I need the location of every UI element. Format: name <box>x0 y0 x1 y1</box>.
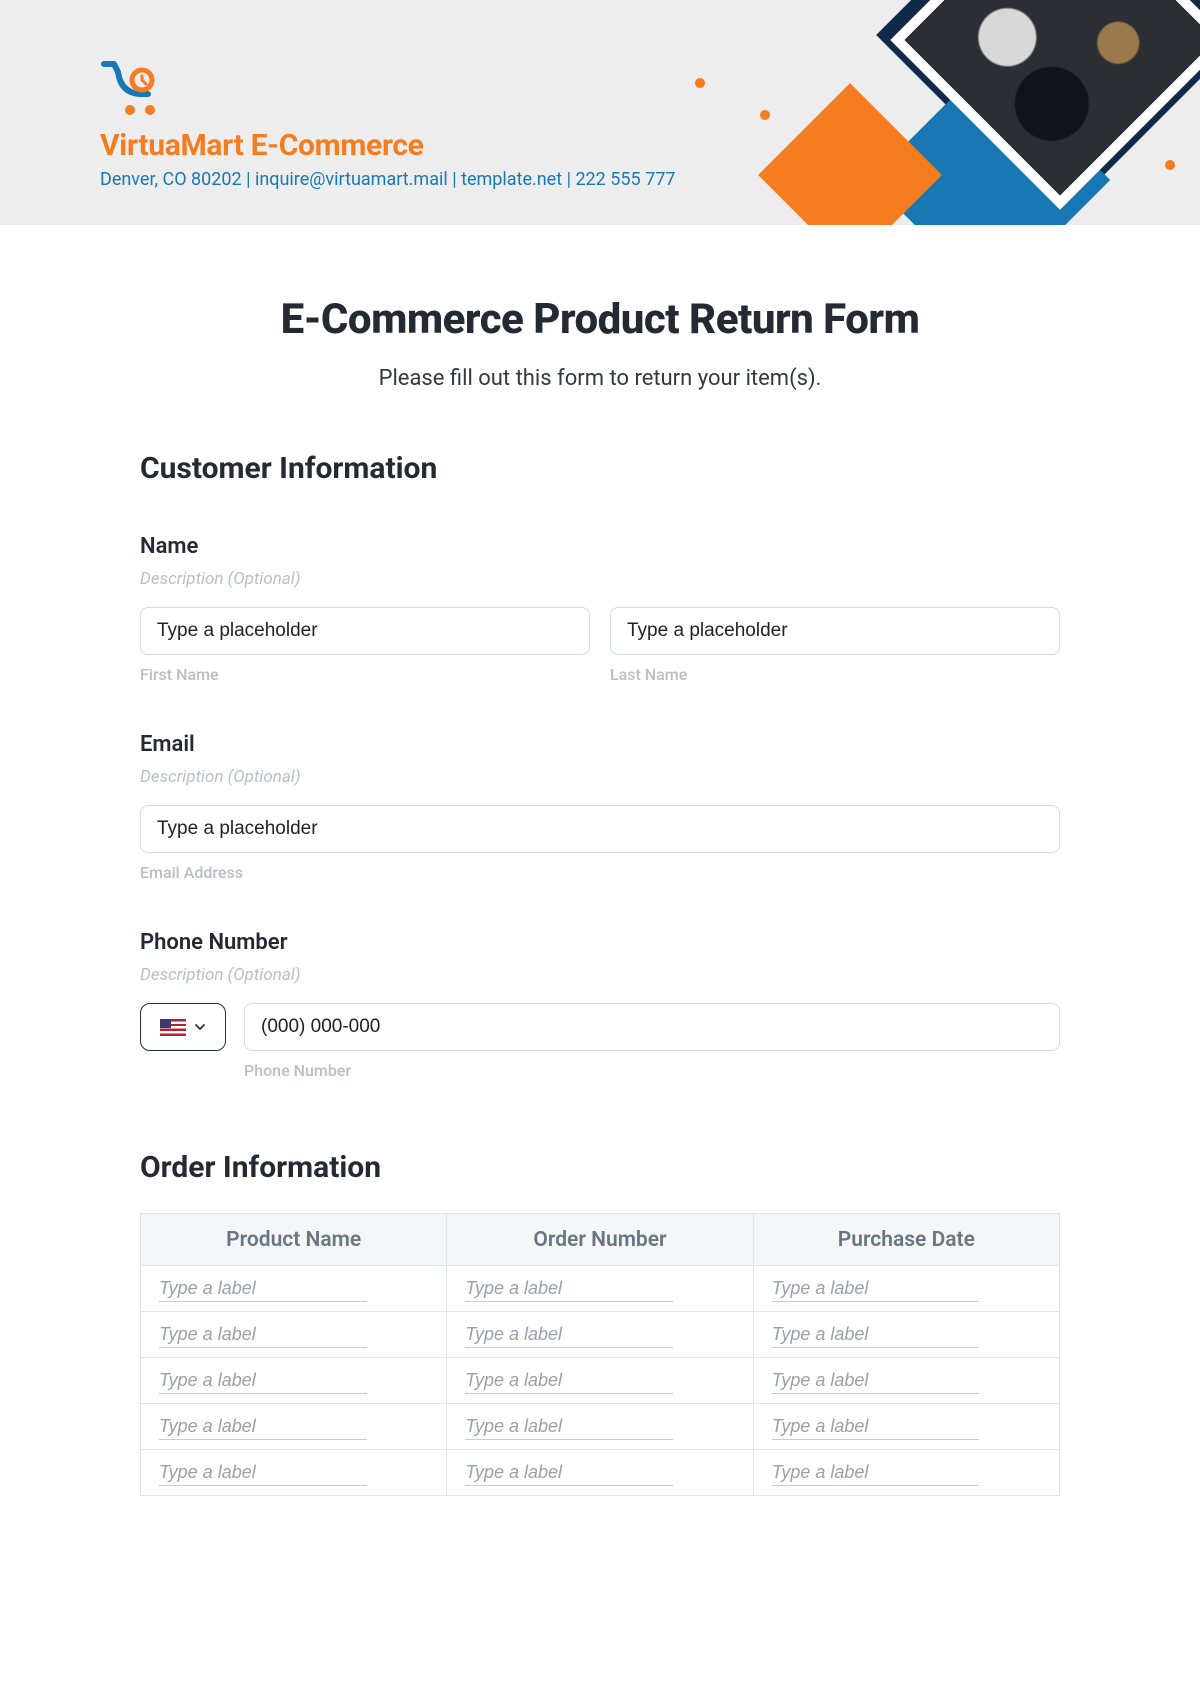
table-cell-input[interactable] <box>159 1368 367 1394</box>
table-cell <box>753 1450 1059 1496</box>
table-cell <box>141 1358 447 1404</box>
company-name: VirtuaMart E-Commerce <box>100 128 1200 163</box>
order-table-header: Product Name <box>141 1214 447 1266</box>
table-cell <box>141 1450 447 1496</box>
first-name-input[interactable] <box>140 607 590 655</box>
table-cell <box>753 1404 1059 1450</box>
table-row <box>141 1358 1060 1404</box>
page-subtitle: Please fill out this form to return your… <box>140 366 1060 391</box>
phone-input[interactable] <box>244 1003 1060 1051</box>
table-cell-input[interactable] <box>465 1322 673 1348</box>
table-cell <box>753 1266 1059 1312</box>
table-cell <box>447 1404 753 1450</box>
email-description: Description (Optional) <box>140 767 1060 787</box>
table-row <box>141 1312 1060 1358</box>
email-label: Email <box>140 732 1060 757</box>
table-row <box>141 1450 1060 1496</box>
table-cell <box>447 1266 753 1312</box>
table-cell <box>753 1312 1059 1358</box>
table-cell <box>141 1312 447 1358</box>
chevron-down-icon <box>194 1021 206 1033</box>
phone-label: Phone Number <box>140 930 1060 955</box>
table-cell <box>753 1358 1059 1404</box>
order-table-header: Order Number <box>447 1214 753 1266</box>
email-input[interactable] <box>140 805 1060 853</box>
table-cell <box>141 1404 447 1450</box>
order-table-header: Purchase Date <box>753 1214 1059 1266</box>
table-cell <box>447 1450 753 1496</box>
table-row <box>141 1266 1060 1312</box>
table-cell-input[interactable] <box>772 1276 980 1302</box>
table-cell-input[interactable] <box>772 1368 980 1394</box>
company-contact: Denver, CO 80202 | inquire@virtuamart.ma… <box>100 169 1200 190</box>
table-cell-input[interactable] <box>772 1322 980 1348</box>
table-cell <box>447 1358 753 1404</box>
field-group-phone: Phone Number Description (Optional) Phon… <box>140 930 1060 1080</box>
section-order-information: Order Information <box>140 1150 1060 1185</box>
header-banner: VirtuaMart E-Commerce Denver, CO 80202 |… <box>0 0 1200 225</box>
us-flag-icon <box>160 1019 186 1036</box>
email-sublabel: Email Address <box>140 863 1060 882</box>
last-name-input[interactable] <box>610 607 1060 655</box>
name-label: Name <box>140 534 1060 559</box>
phone-description: Description (Optional) <box>140 965 1060 985</box>
table-cell-input[interactable] <box>772 1460 980 1486</box>
page-title: E-Commerce Product Return Form <box>140 295 1060 344</box>
table-cell-input[interactable] <box>159 1460 367 1486</box>
last-name-sublabel: Last Name <box>610 665 1060 684</box>
order-table: Product Name Order Number Purchase Date <box>140 1213 1060 1496</box>
table-cell-input[interactable] <box>465 1414 673 1440</box>
name-description: Description (Optional) <box>140 569 1060 589</box>
field-group-name: Name Description (Optional) First Name L… <box>140 534 1060 684</box>
table-cell-input[interactable] <box>159 1414 367 1440</box>
table-cell-input[interactable] <box>772 1414 980 1440</box>
field-group-email: Email Description (Optional) Email Addre… <box>140 732 1060 882</box>
phone-country-select[interactable] <box>140 1003 226 1051</box>
phone-sublabel: Phone Number <box>244 1061 1060 1080</box>
cart-logo-icon <box>100 58 170 120</box>
table-cell-input[interactable] <box>465 1276 673 1302</box>
table-cell-input[interactable] <box>465 1460 673 1486</box>
table-cell-input[interactable] <box>159 1322 367 1348</box>
table-cell-input[interactable] <box>465 1368 673 1394</box>
first-name-sublabel: First Name <box>140 665 590 684</box>
table-cell-input[interactable] <box>159 1276 367 1302</box>
section-customer-information: Customer Information <box>140 451 1060 486</box>
table-cell <box>141 1266 447 1312</box>
table-cell <box>447 1312 753 1358</box>
table-row <box>141 1404 1060 1450</box>
